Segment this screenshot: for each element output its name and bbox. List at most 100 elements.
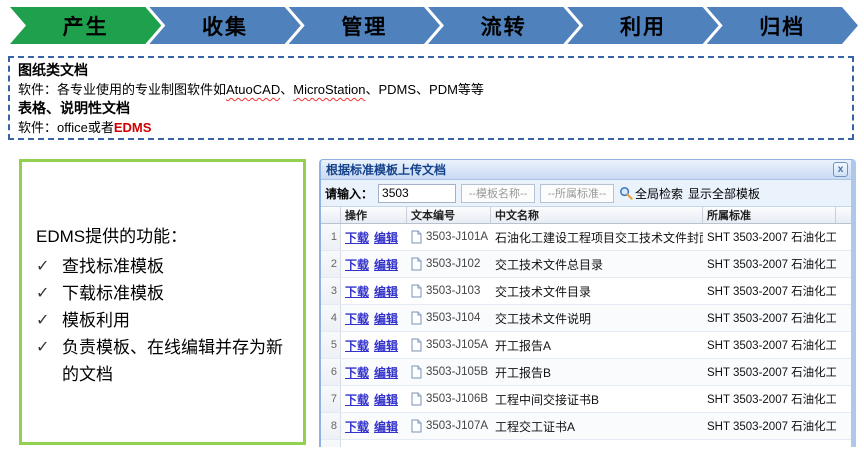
doc-code-text: 3503-J105B <box>426 366 488 378</box>
row-number: 2 <box>321 251 341 277</box>
search-input-label: 请输入： <box>325 185 373 202</box>
download-link[interactable]: 下载 <box>345 283 369 300</box>
show-all-templates-button[interactable]: 显示全部模板 <box>688 185 760 202</box>
row-doc-name: 交工技术文件说明 <box>491 305 703 331</box>
row-number: 3 <box>321 278 341 304</box>
process-step-label: 流转 <box>481 11 527 41</box>
edit-link[interactable]: 编辑 <box>374 364 398 381</box>
function-item: ✓ 模板利用 <box>36 307 297 334</box>
row-number: 7 <box>321 386 341 412</box>
row-standard: SHT 3503-2007 石油化工建设工程项目交工... <box>703 224 836 250</box>
row-standard: SHT 3503-2007 石油化工建设工程项目交工... <box>703 251 836 277</box>
function-item: ✓ 查找标准模板 <box>36 253 297 280</box>
process-step-label: 产生 <box>63 11 109 41</box>
upload-template-dialog: 根据标准模板上传文档 x 请输入： --模板名称-- --所属标准-- 全局检索… <box>319 159 856 447</box>
function-item-label: 下载标准模板 <box>62 280 297 307</box>
download-link[interactable]: 下载 <box>345 364 369 381</box>
table-row: 6 下载 编辑 3503-J105B 开工报告B SHT 3503-2007 石… <box>321 359 851 386</box>
col-spacer <box>836 207 851 223</box>
misspelled-word: AtuoCAD <box>226 82 280 97</box>
col-doc-code[interactable]: 文本编号 <box>407 207 491 223</box>
function-item: ✓ 下载标准模板 <box>36 280 297 307</box>
document-icon <box>411 419 422 433</box>
table-row: 4 下载 编辑 3503-J104 交工技术文件说明 SHT 3503-2007… <box>321 305 851 332</box>
process-step: 收集 <box>149 7 300 44</box>
process-step: 产生 <box>10 7 161 44</box>
row-operations: 下载 编辑 <box>341 332 407 358</box>
document-icon <box>411 338 422 352</box>
document-icon <box>411 230 422 244</box>
search-icon <box>619 186 633 200</box>
row-doc-name <box>491 440 703 447</box>
edit-link[interactable]: 编辑 <box>374 283 398 300</box>
download-link[interactable]: 下载 <box>345 391 369 408</box>
row-doc-code: 3503-J104 <box>407 305 491 331</box>
col-rownum <box>321 207 341 223</box>
edms-highlight: EDMS <box>114 120 152 135</box>
edit-link[interactable]: 编辑 <box>374 418 398 435</box>
checkmark-icon: ✓ <box>36 280 62 307</box>
row-standard: SHT 3503-2007 石油化工建设工程项目交工... <box>703 413 836 439</box>
row-standard <box>703 440 836 447</box>
row-standard: SHT 3503-2007 石油化工建设工程项目交工... <box>703 305 836 331</box>
row-doc-name: 石油化工建设工程项目交工技术文件封面A <box>491 224 703 250</box>
search-input[interactable] <box>378 184 456 203</box>
row-standard: SHT 3503-2007 石油化工建设工程项目交工... <box>703 386 836 412</box>
grid-header: 操作 文本编号 中文名称 所属标准 <box>321 207 851 224</box>
edit-link[interactable]: 编辑 <box>374 310 398 327</box>
edit-link[interactable]: 编辑 <box>374 391 398 408</box>
row-number: 1 <box>321 224 341 250</box>
template-name-combo[interactable]: --模板名称-- <box>461 184 535 203</box>
doc-code-text: 3503-J105A <box>426 339 488 351</box>
col-doc-name[interactable]: 中文名称 <box>491 207 703 223</box>
download-link[interactable]: 下载 <box>345 337 369 354</box>
standard-combo[interactable]: --所属标准-- <box>540 184 614 203</box>
download-link[interactable]: 下载 <box>345 310 369 327</box>
row-doc-name: 开工报告A <box>491 332 703 358</box>
dialog-titlebar[interactable]: 根据标准模板上传文档 x <box>321 160 851 180</box>
grid-body: 1 下载 编辑 3503-J101A 石油化工建设工程项目交工技术文件封面A S… <box>321 224 851 447</box>
row-spacer <box>836 440 851 447</box>
note-drawings-software: 软件：各专业使用的专业制图软件如AtuoCAD、MicroStation、PDM… <box>18 80 844 99</box>
col-operations[interactable]: 操作 <box>341 207 407 223</box>
checkmark-icon: ✓ <box>36 334 62 388</box>
row-operations: 下载 编辑 <box>341 224 407 250</box>
row-spacer <box>836 251 851 277</box>
row-spacer <box>836 305 851 331</box>
process-step: 归档 <box>707 7 858 44</box>
row-operations: 下载 编辑 <box>341 305 407 331</box>
row-operations: 下载 编辑 <box>341 251 407 277</box>
row-number <box>321 440 341 447</box>
checkmark-icon: ✓ <box>36 253 62 280</box>
row-operations: 下载 编辑 <box>341 278 407 304</box>
doc-code-text: 3503-J106B <box>426 393 488 405</box>
table-row: 7 下载 编辑 3503-J106B 工程中间交接证书B SHT 3503-20… <box>321 386 851 413</box>
note-tables-title: 表格、说明性文档 <box>18 99 844 118</box>
row-spacer <box>836 386 851 412</box>
row-operations: 下载 编辑 <box>341 413 407 439</box>
process-step: 利用 <box>567 7 718 44</box>
document-icon <box>411 311 422 325</box>
row-doc-code: 3503-J105A <box>407 332 491 358</box>
functions-list: ✓ 查找标准模板 ✓ 下载标准模板 ✓ 模板利用 ✓ 负责模板、在线编辑并存为新… <box>36 253 297 388</box>
row-spacer <box>836 413 851 439</box>
edit-link[interactable]: 编辑 <box>374 256 398 273</box>
edit-link[interactable]: 编辑 <box>374 229 398 246</box>
row-operations: 下载 编辑 <box>341 359 407 385</box>
doc-code-text: 3503-J103 <box>426 285 480 297</box>
doc-code-text: 3503-J107A <box>426 420 488 432</box>
download-link[interactable]: 下载 <box>345 418 369 435</box>
process-step: 管理 <box>289 7 440 44</box>
download-link[interactable]: 下载 <box>345 256 369 273</box>
row-doc-code: 3503-J107A <box>407 413 491 439</box>
document-icon <box>411 365 422 379</box>
global-search-button[interactable]: 全局检索 <box>619 185 683 202</box>
row-doc-code: 3503-J105B <box>407 359 491 385</box>
process-step: 流转 <box>428 7 579 44</box>
edit-link[interactable]: 编辑 <box>374 337 398 354</box>
close-icon[interactable]: x <box>833 162 848 177</box>
col-standard[interactable]: 所属标准 <box>703 207 836 223</box>
document-icon <box>411 284 422 298</box>
row-standard: SHT 3503-2007 石油化工建设工程项目交工... <box>703 278 836 304</box>
download-link[interactable]: 下载 <box>345 229 369 246</box>
